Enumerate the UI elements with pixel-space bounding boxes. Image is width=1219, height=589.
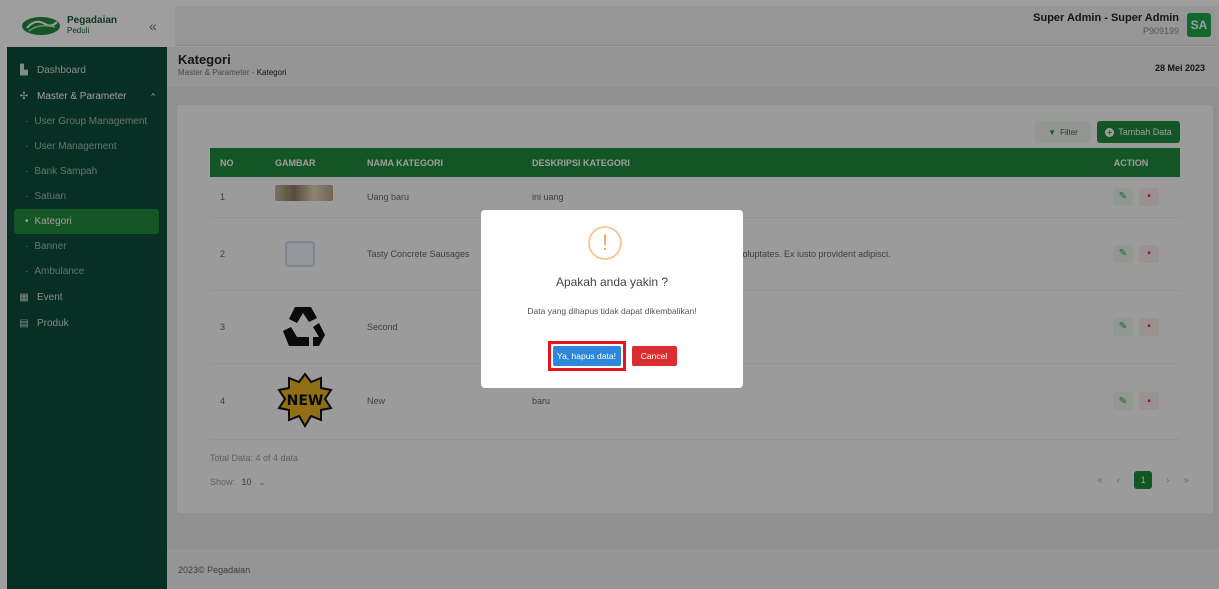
dialog-title: Apakah anda yakin ? [555, 275, 669, 289]
highlight-box: Ya, hapus data! [547, 341, 626, 371]
confirm-delete-button[interactable]: Ya, hapus data! [552, 346, 621, 366]
confirm-dialog: ! Apakah anda yakin ? Data yang dihapus … [481, 210, 743, 388]
warning-icon: ! [588, 226, 622, 260]
cancel-button[interactable]: Cancel [631, 346, 677, 366]
dialog-message: Data yang dihapus tidak dapat dikembalik… [527, 306, 697, 316]
